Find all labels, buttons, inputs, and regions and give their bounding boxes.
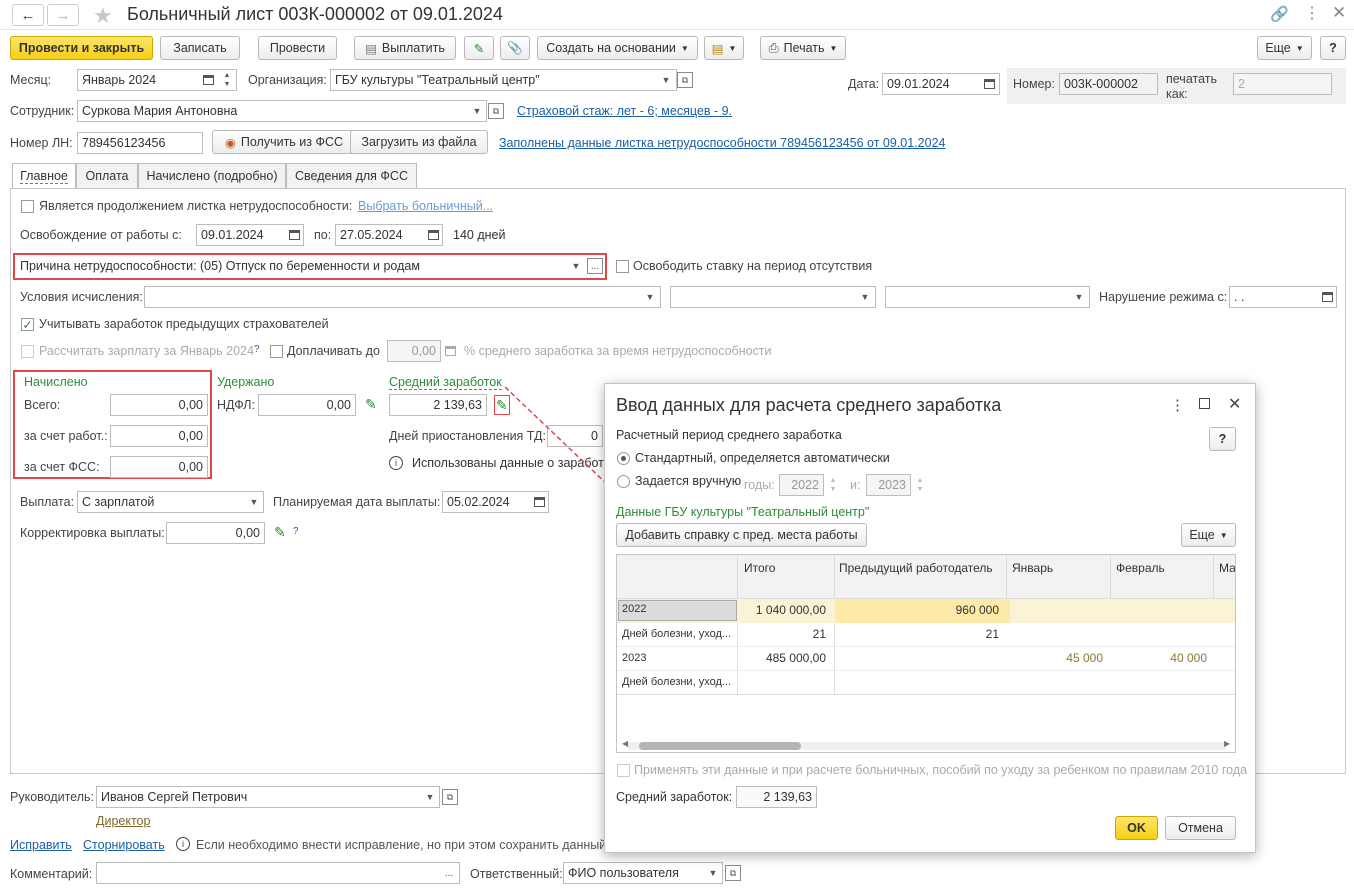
period-label: Расчетный период среднего заработка [616,428,842,442]
dialog-help-button[interactable]: ? [1209,427,1236,451]
column-header: Ма [1219,561,1236,575]
row-label: 2022 [622,603,647,615]
total-cell: 21 [812,627,826,641]
earnings-table: Итого Предыдущий работодатель Январь Фев… [616,554,1236,753]
close-icon[interactable]: ✕ [1228,394,1241,414]
row-label: 2023 [622,652,647,664]
col-divider [1110,555,1111,599]
feb-cell: 40 000 [1170,651,1207,665]
standard-label: Стандартный, определяется автоматически [635,451,890,465]
cancel-button[interactable]: Отмена [1165,816,1236,840]
manual-radio[interactable] [617,475,630,488]
dialog-title: Ввод данных для расчета среднего заработ… [616,395,1002,415]
and-label: и: [850,478,861,492]
manual-label: Задается вручную [635,474,742,488]
chevron-down-icon: ▼ [1219,530,1228,540]
scroll-left-icon[interactable]: ◀ [622,739,628,748]
column-header: Итого [744,561,776,575]
year2-stepper[interactable]: ▲ ▼ [911,474,929,496]
apply-label: Применять эти данные и при расчете больн… [634,763,1248,777]
standard-radio[interactable] [617,452,630,465]
scroll-right-icon[interactable]: ▶ [1224,739,1230,748]
dialog-avg-field[interactable]: 2 139,63 [736,786,817,808]
prev-employer-cell: 960 000 [955,603,999,617]
more-vertical-icon[interactable]: ⋮ [1170,396,1185,414]
years-label: годы: [744,478,775,492]
add-certificate-button[interactable]: Добавить справку с пред. места работы [616,523,867,547]
row-label: Дней болезни, уход... [622,628,732,640]
column-header: Январь [1012,561,1054,575]
org-data-label: Данные ГБУ культуры "Театральный центр" [616,505,870,519]
year1-stepper[interactable]: ▲ ▼ [824,474,842,496]
table-row[interactable] [617,647,1235,671]
column-header: Предыдущий работодатель [839,561,993,575]
row-label: Дней болезни, уход... [622,676,732,688]
maximize-icon[interactable] [1199,398,1210,409]
ok-button[interactable]: OK [1115,816,1158,840]
dialog-avg-label: Средний заработок: [616,790,733,804]
column-header: Февраль [1116,561,1165,575]
jan-cell: 45 000 [1066,651,1103,665]
col-divider [1006,555,1007,599]
prev-employer-cell: 21 [985,627,999,641]
total-cell: 485 000,00 [765,651,826,665]
dialog-more-button[interactable]: Еще ▼ [1181,523,1236,547]
col-divider [1213,555,1214,599]
year2-field[interactable]: 2023 [866,474,911,496]
scrollbar-thumb[interactable] [639,742,801,750]
apply-checkbox[interactable] [617,764,630,777]
year1-field[interactable]: 2022 [779,474,824,496]
total-cell: 1 040 000,00 [755,603,826,617]
